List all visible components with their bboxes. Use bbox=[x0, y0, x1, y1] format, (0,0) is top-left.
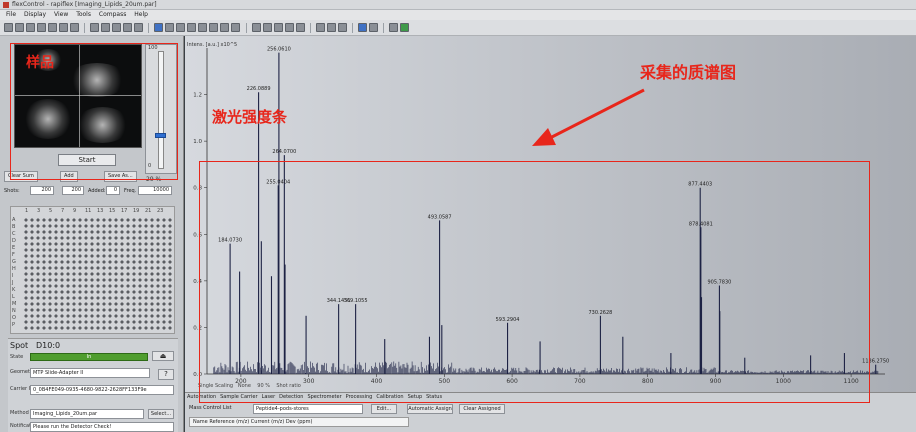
annotation-arrow bbox=[532, 88, 645, 146]
